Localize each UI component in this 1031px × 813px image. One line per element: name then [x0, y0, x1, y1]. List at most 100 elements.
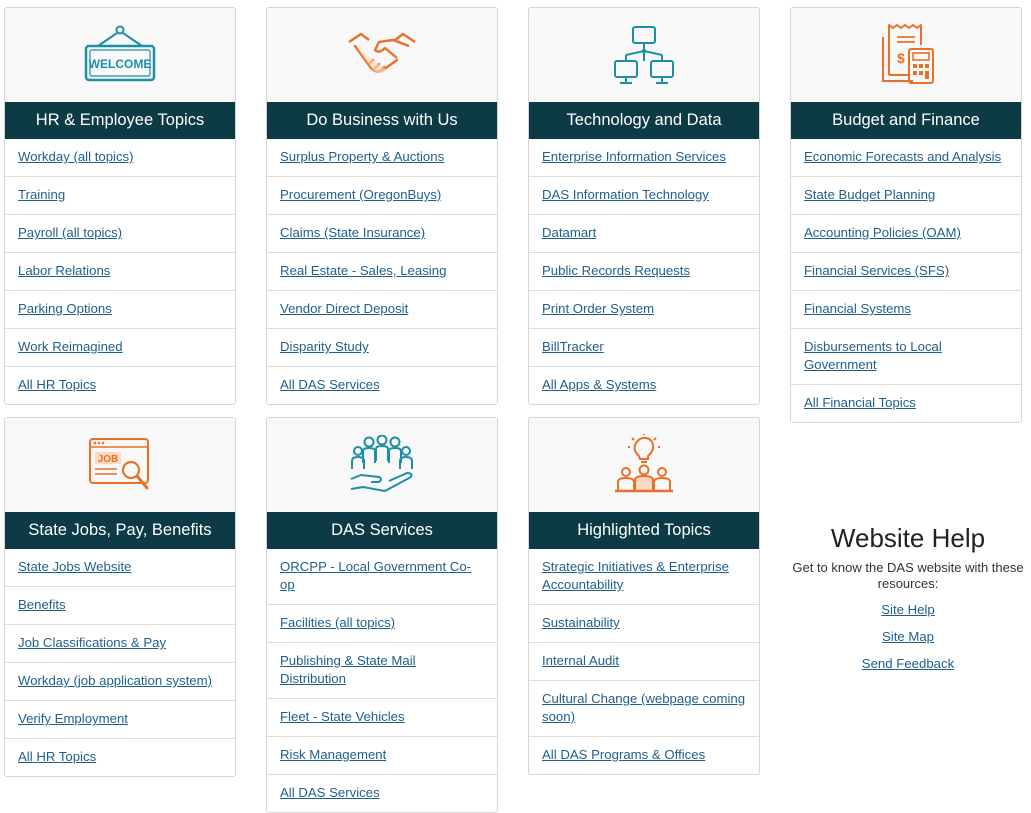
card-hr-employee-topics: WELCOME HR & Employee Topics Workday (al…	[4, 7, 236, 405]
list-item: Labor Relations	[5, 252, 235, 290]
website-help-title: Website Help	[830, 523, 986, 553]
link-job-classifications[interactable]: Job Classifications & Pay	[18, 635, 166, 650]
link-sustainability[interactable]: Sustainability	[542, 615, 620, 630]
link-vendor-direct-deposit[interactable]: Vendor Direct Deposit	[280, 301, 408, 316]
link-cultural-change[interactable]: Cultural Change (webpage coming soon)	[542, 691, 745, 724]
link-benefits[interactable]: Benefits	[18, 597, 66, 612]
list-item: Financial Services (SFS)	[791, 252, 1021, 290]
link-verify-employment[interactable]: Verify Employment	[18, 711, 128, 726]
list-item: Parking Options	[5, 290, 235, 328]
list-item: Workday (job application system)	[5, 662, 235, 700]
website-help-description: Get to know the DAS website with these r…	[792, 560, 1024, 591]
card-title: Do Business with Us	[267, 102, 497, 139]
list-item: Risk Management	[267, 736, 497, 774]
link-financial-systems[interactable]: Financial Systems	[804, 301, 911, 316]
list-item: Publishing & State Mail Distribution	[267, 642, 497, 698]
list-item: Payroll (all topics)	[5, 214, 235, 252]
people-hand-icon	[350, 435, 413, 492]
link-orcpp[interactable]: ORCPP - Local Government Co-op	[280, 559, 471, 592]
link-datamart[interactable]: Datamart	[542, 225, 596, 240]
list-item: Vendor Direct Deposit	[267, 290, 497, 328]
card-do-business: Do Business with Us Surplus Property & A…	[266, 7, 498, 405]
site-help-link[interactable]: Site Help	[786, 596, 1030, 623]
link-list: Economic Forecasts and Analysis State Bu…	[791, 139, 1021, 422]
list-item: BillTracker	[529, 328, 759, 366]
link-all-das-services-2[interactable]: All DAS Services	[280, 785, 380, 800]
list-item: All HR Topics	[5, 738, 235, 776]
link-billtracker[interactable]: BillTracker	[542, 339, 604, 354]
card-das-services: DAS Services ORCPP - Local Government Co…	[266, 417, 498, 813]
link-fleet[interactable]: Fleet - State Vehicles	[280, 709, 405, 724]
link-list: State Jobs Website Benefits Job Classifi…	[5, 549, 235, 776]
list-item: All DAS Programs & Offices	[529, 736, 759, 774]
link-claims[interactable]: Claims (State Insurance)	[280, 225, 425, 240]
list-item: Procurement (OregonBuys)	[267, 176, 497, 214]
network-icon	[614, 26, 674, 84]
list-item: Economic Forecasts and Analysis	[791, 139, 1021, 176]
list-item: Facilities (all topics)	[267, 604, 497, 642]
link-parking-options[interactable]: Parking Options	[18, 301, 112, 316]
link-all-apps-systems[interactable]: All Apps & Systems	[542, 377, 656, 392]
list-item: Datamart	[529, 214, 759, 252]
link-accounting-policies[interactable]: Accounting Policies (OAM)	[804, 225, 961, 240]
card-title: HR & Employee Topics	[5, 102, 235, 139]
list-item: All DAS Services	[267, 366, 497, 404]
link-list: Surplus Property & Auctions Procurement …	[267, 139, 497, 404]
card-state-jobs: JOB State Jobs, Pay, Benefits State Jobs…	[4, 417, 236, 777]
link-disparity-study[interactable]: Disparity Study	[280, 339, 369, 354]
link-list: ORCPP - Local Government Co-op Facilitie…	[267, 549, 497, 812]
link-all-das-programs[interactable]: All DAS Programs & Offices	[542, 747, 705, 762]
list-item: All Apps & Systems	[529, 366, 759, 404]
list-item: Surplus Property & Auctions	[267, 139, 497, 176]
send-feedback-link[interactable]: Send Feedback	[786, 650, 1030, 677]
link-surplus-property[interactable]: Surplus Property & Auctions	[280, 149, 444, 164]
job-search-icon: JOB	[89, 438, 149, 490]
link-real-estate[interactable]: Real Estate - Sales, Leasing	[280, 263, 446, 278]
link-workday[interactable]: Workday (all topics)	[18, 149, 134, 164]
link-payroll[interactable]: Payroll (all topics)	[18, 225, 122, 240]
list-item: Claims (State Insurance)	[267, 214, 497, 252]
list-item: Enterprise Information Services	[529, 139, 759, 176]
link-all-hr-topics[interactable]: All HR Topics	[18, 377, 96, 392]
list-item: State Jobs Website	[5, 549, 235, 586]
list-item: Strategic Initiatives & Enterprise Accou…	[529, 549, 759, 604]
link-work-reimagined[interactable]: Work Reimagined	[18, 339, 123, 354]
list-item: Workday (all topics)	[5, 139, 235, 176]
link-financial-services[interactable]: Financial Services (SFS)	[804, 263, 949, 278]
link-labor-relations[interactable]: Labor Relations	[18, 263, 110, 278]
link-risk-management[interactable]: Risk Management	[280, 747, 386, 762]
link-publishing-state-mail[interactable]: Publishing & State Mail Distribution	[280, 653, 416, 686]
site-map-link[interactable]: Site Map	[786, 623, 1030, 650]
link-disbursements[interactable]: Disbursements to Local Government	[804, 339, 942, 372]
website-help-section: Website Help Get to know the DAS website…	[786, 522, 1030, 677]
list-item: Sustainability	[529, 604, 759, 642]
link-enterprise-information-services[interactable]: Enterprise Information Services	[542, 149, 726, 164]
link-strategic-initiatives[interactable]: Strategic Initiatives & Enterprise Accou…	[542, 559, 729, 592]
link-public-records[interactable]: Public Records Requests	[542, 263, 690, 278]
list-item: Cultural Change (webpage coming soon)	[529, 680, 759, 736]
link-state-jobs-website[interactable]: State Jobs Website	[18, 559, 131, 574]
link-all-financial-topics[interactable]: All Financial Topics	[804, 395, 916, 410]
svg-text:$: $	[897, 50, 905, 66]
link-workday-job-application[interactable]: Workday (job application system)	[18, 673, 212, 688]
link-list: Enterprise Information Services DAS Info…	[529, 139, 759, 404]
svg-text:WELCOME: WELCOME	[89, 57, 152, 71]
link-list: Strategic Initiatives & Enterprise Accou…	[529, 549, 759, 774]
link-list: Workday (all topics) Training Payroll (a…	[5, 139, 235, 404]
list-item: Accounting Policies (OAM)	[791, 214, 1021, 252]
list-item: ORCPP - Local Government Co-op	[267, 549, 497, 604]
link-all-hr-topics-2[interactable]: All HR Topics	[18, 749, 96, 764]
link-training[interactable]: Training	[18, 187, 65, 202]
list-item: Internal Audit	[529, 642, 759, 680]
link-internal-audit[interactable]: Internal Audit	[542, 653, 619, 668]
link-state-budget-planning[interactable]: State Budget Planning	[804, 187, 935, 202]
link-das-it[interactable]: DAS Information Technology	[542, 187, 709, 202]
link-facilities[interactable]: Facilities (all topics)	[280, 615, 395, 630]
card-title: DAS Services	[267, 512, 497, 549]
link-print-order[interactable]: Print Order System	[542, 301, 654, 316]
list-item: Job Classifications & Pay	[5, 624, 235, 662]
link-economic-forecasts[interactable]: Economic Forecasts and Analysis	[804, 149, 1001, 164]
link-all-das-services[interactable]: All DAS Services	[280, 377, 380, 392]
list-item: State Budget Planning	[791, 176, 1021, 214]
link-procurement[interactable]: Procurement (OregonBuys)	[280, 187, 441, 202]
